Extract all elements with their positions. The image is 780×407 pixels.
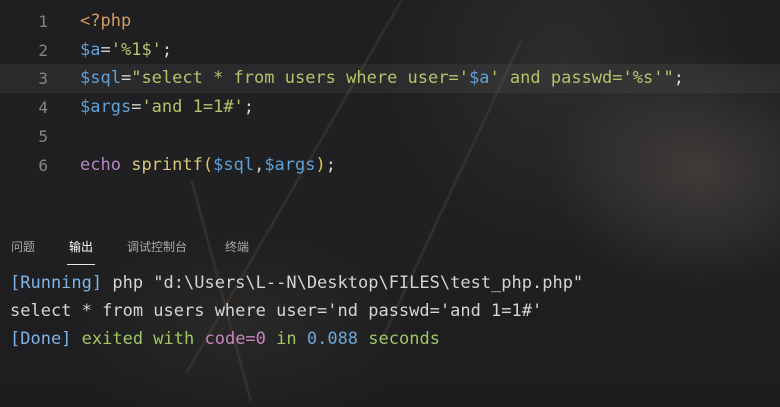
line-number: 5 xyxy=(38,127,48,146)
tab-debug-console[interactable]: 调试控制台 xyxy=(127,238,187,255)
line-number: 6 xyxy=(38,156,48,175)
code-text[interactable]: echo sprintf($sql,$args); xyxy=(80,151,336,180)
seconds-text: seconds xyxy=(358,329,440,349)
close-paren: ) xyxy=(315,155,326,175)
comma: , xyxy=(254,155,265,175)
variable: $a xyxy=(468,68,490,88)
tab-output[interactable]: 输出 xyxy=(66,238,96,265)
variable: $a xyxy=(80,40,101,60)
output-line-running: [Running] php "d:\Users\L--N\Desktop\FIL… xyxy=(10,269,583,297)
string-literal: '%1$' xyxy=(110,40,162,60)
code-line[interactable]: 4 $args='and 1=1#'; xyxy=(0,93,780,122)
code-text[interactable]: $sql="select * from users where user='$a… xyxy=(80,64,684,93)
line-number: 3 xyxy=(38,69,48,88)
running-command: php "d:\Users\L--N\Desktop\FILES\test_ph… xyxy=(102,273,584,293)
output-line-done: [Done] exited with code=0 in 0.088 secon… xyxy=(10,325,440,353)
code-line[interactable]: 5 xyxy=(0,122,780,151)
operator: = xyxy=(131,97,142,117)
exit-code: code=0 xyxy=(204,329,266,349)
output-line-result: select * from users where user='nd passw… xyxy=(10,301,543,321)
operator: = xyxy=(120,68,132,88)
open-paren: ( xyxy=(202,155,214,175)
keyword-echo: echo xyxy=(80,155,121,175)
operator: = xyxy=(100,40,111,60)
code-line[interactable]: 1 <?php xyxy=(0,7,780,36)
string-literal: 'and 1=1#' xyxy=(141,97,244,117)
elapsed-time: 0.088 xyxy=(306,329,359,349)
semicolon: ; xyxy=(161,40,173,60)
bottom-panel: 问题 输出 调试控制台 终端 [Running] php "d:\Users\L… xyxy=(0,228,780,407)
code-text[interactable]: $args='and 1=1#'; xyxy=(80,93,254,122)
function-name: sprintf xyxy=(131,155,203,175)
running-tag: [Running] xyxy=(10,273,103,293)
string-literal: ' and passwd='%s'" xyxy=(489,68,674,88)
semicolon: ; xyxy=(325,155,336,175)
code-text[interactable]: $a='%1$'; xyxy=(80,36,172,65)
code-line[interactable]: 2 $a='%1$'; xyxy=(0,36,780,65)
code-editor[interactable]: 1 <?php 2 $a='%1$'; 3 $sql="select * fro… xyxy=(0,0,780,200)
line-number: 4 xyxy=(38,98,48,117)
variable: $args xyxy=(80,97,132,117)
semicolon: ; xyxy=(243,97,255,117)
code-line-active[interactable]: 3 $sql="select * from users where user='… xyxy=(0,64,780,93)
line-number: 2 xyxy=(38,41,48,60)
variable: $args xyxy=(264,155,316,175)
variable: $sql xyxy=(80,68,121,88)
done-tag: [Done] xyxy=(10,329,72,349)
php-open-tag: <?php xyxy=(80,11,132,31)
exited-text: exited with xyxy=(71,329,205,349)
variable: $sql xyxy=(213,155,255,175)
string-literal: "select * from users where user=' xyxy=(131,68,469,88)
code-line[interactable]: 6 echo sprintf($sql,$args); xyxy=(0,151,780,180)
line-number: 1 xyxy=(38,12,48,31)
semicolon: ; xyxy=(673,68,684,88)
panel-tab-bar: 问题 输出 调试控制台 终端 xyxy=(0,228,780,266)
tab-terminal[interactable]: 终端 xyxy=(225,238,249,255)
tab-problems[interactable]: 问题 xyxy=(11,238,35,255)
code-text[interactable]: <?php xyxy=(80,7,131,36)
in-text: in xyxy=(265,329,307,349)
